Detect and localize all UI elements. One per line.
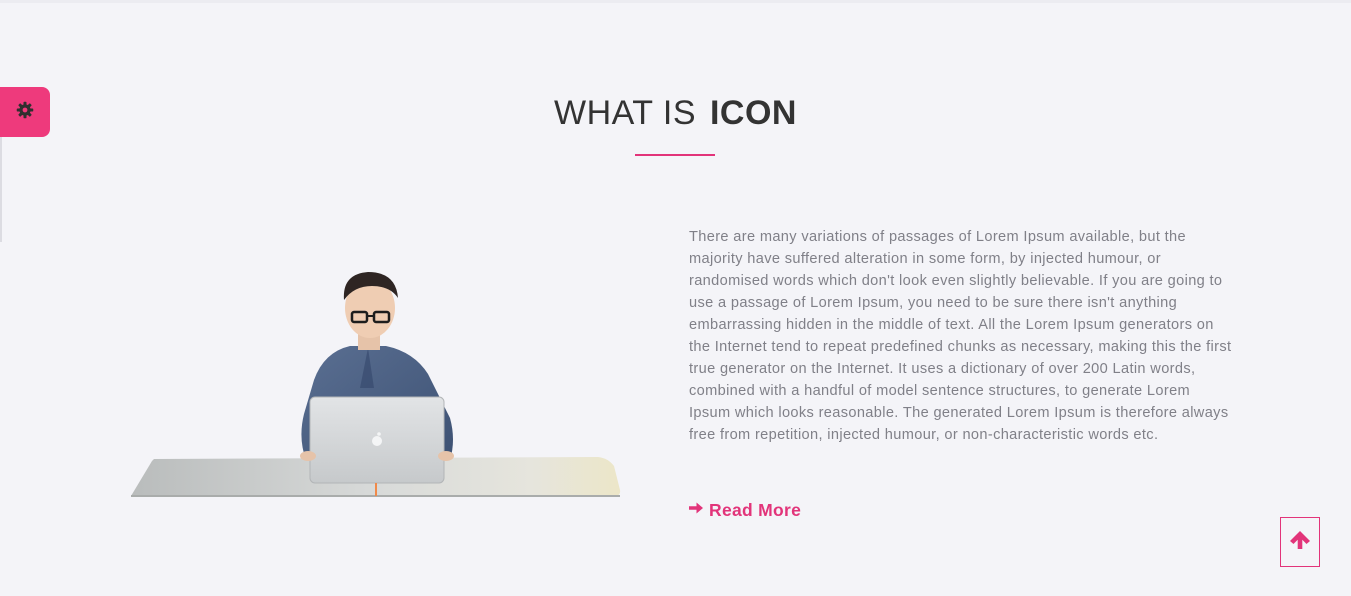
section-title-prefix: WHAT IS (554, 94, 697, 132)
man-with-laptop-image (128, 268, 624, 500)
section-title-highlight: ICON (709, 94, 797, 132)
arrow-right-icon (688, 500, 709, 521)
section-title: WHAT IS ICON (0, 94, 1351, 133)
read-more-label: Read More (709, 500, 802, 520)
top-border (0, 0, 1351, 3)
scroll-to-top-button[interactable] (1280, 517, 1320, 567)
title-underline (635, 154, 715, 156)
section-description: There are many variations of passages of… (689, 229, 1232, 443)
read-more-link[interactable]: Read More (688, 500, 801, 521)
arrow-up-icon (1289, 530, 1311, 555)
side-panel-edge (0, 137, 2, 242)
